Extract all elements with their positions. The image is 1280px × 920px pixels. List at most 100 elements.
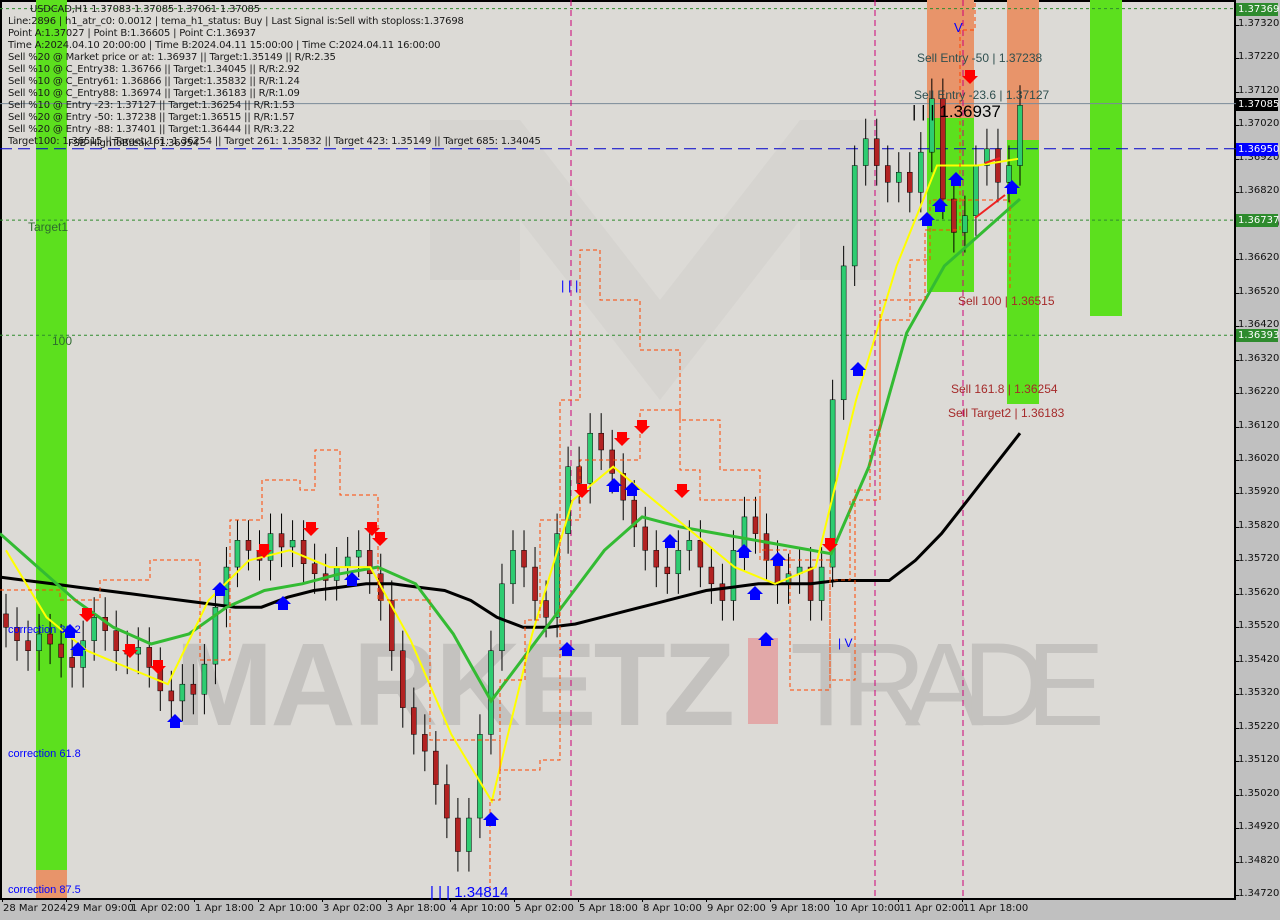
price-tag: 1.37085 — [1236, 97, 1280, 111]
x-tick-label: 5 Apr 18:00 — [579, 903, 638, 914]
candle-body — [289, 540, 296, 548]
buy-arrow-icon — [747, 586, 763, 600]
y-tick-label: 1.37120 — [1238, 84, 1280, 96]
chart-annotation: Sell Target2 | 1.36183 — [948, 406, 1065, 420]
x-tick-label: 10 Apr 10:00 — [835, 903, 901, 914]
buy-arrow-icon — [662, 534, 678, 548]
chart-annotation: correction 38.2 — [8, 624, 81, 636]
candle-body — [653, 550, 660, 568]
y-tick-label: 1.36620 — [1238, 252, 1280, 264]
x-tick — [130, 898, 131, 902]
chart-annotation: Sell Entry -50 | 1.37238 — [917, 51, 1043, 65]
chart-annotation: | | | 1.34814 — [430, 884, 509, 901]
info-line: Time A:2024.04.10 20:00:00 | Time B:2024… — [8, 40, 441, 51]
x-tick — [2, 898, 3, 902]
candle-body — [873, 138, 880, 166]
watermark-bar — [748, 638, 778, 724]
candle-body — [477, 734, 483, 819]
y-tick-label: 1.36120 — [1238, 419, 1280, 431]
price-tag: 1.37369 — [1236, 2, 1280, 16]
candle-body — [752, 516, 759, 534]
candle-body — [907, 171, 913, 193]
candle-body — [58, 643, 64, 658]
candle-body — [433, 750, 439, 785]
x-tick — [66, 898, 67, 902]
sell-arrow-icon — [122, 644, 138, 658]
candle-body — [190, 683, 197, 695]
x-tick-label: 11 Apr 18:00 — [963, 903, 1029, 914]
x-tick-label: 3 Apr 02:00 — [323, 903, 382, 914]
buy-arrow-icon — [483, 812, 499, 826]
info-line: Sell %20 @ Market price or at: 1.36937 |… — [8, 52, 336, 63]
candle-body — [488, 650, 494, 735]
sell-arrow-icon — [303, 522, 319, 536]
candle-body — [962, 215, 968, 233]
info-line: Sell %10 @ Entry -23: 1.37127 || Target:… — [8, 100, 295, 111]
price-tag: 1.36950 — [1236, 142, 1280, 156]
candle-body — [730, 550, 737, 601]
y-tick-label: 1.36220 — [1238, 386, 1280, 398]
x-tick — [834, 898, 835, 902]
zone-orange-right — [1007, 0, 1039, 140]
y-tick-label: 1.35520 — [1238, 620, 1280, 632]
zone-green-far — [1090, 0, 1122, 316]
candle-body — [598, 432, 604, 451]
fsb-label: FSB-HighToBreak | 1.36954 — [68, 138, 199, 149]
chart-annotation: V — [954, 20, 963, 35]
candle-body — [675, 550, 682, 575]
x-tick-label: 9 Apr 18:00 — [771, 903, 830, 914]
sell-arrow-icon — [372, 532, 388, 546]
sell-arrow-icon — [674, 484, 690, 498]
chart-svg: MARKETZ TRADE — [0, 0, 1236, 900]
y-tick-label: 1.35220 — [1238, 720, 1280, 732]
x-tick-label: 2 Apr 10:00 — [259, 903, 318, 914]
chart-annotation: Sell 100 | 1.36515 — [958, 294, 1055, 308]
candle-body — [455, 817, 461, 852]
candle-body — [973, 165, 979, 216]
candle-body — [532, 566, 538, 601]
chart-annotation: Sell 161.8 | 1.36254 — [951, 382, 1058, 396]
y-tick-label: 1.35020 — [1238, 787, 1280, 799]
series-ma-black — [0, 432, 1022, 629]
x-tick — [770, 898, 771, 902]
x-tick-label: 29 Mar 09:00 — [67, 903, 134, 914]
candle-body — [311, 563, 318, 575]
y-tick-label: 1.36520 — [1238, 285, 1280, 297]
candle-body — [422, 734, 428, 752]
candle-body — [400, 650, 406, 708]
y-tick-label: 1.34920 — [1238, 821, 1280, 833]
y-tick-label: 1.34720 — [1238, 888, 1280, 899]
x-tick — [962, 898, 963, 902]
buy-arrow-icon — [736, 544, 752, 558]
x-tick-label: 9 Apr 02:00 — [707, 903, 766, 914]
candle-body — [1017, 105, 1023, 166]
candle-body — [896, 171, 902, 183]
y-tick-label: 1.35620 — [1238, 586, 1280, 598]
candle-body — [113, 630, 119, 651]
candle-body — [686, 540, 693, 551]
info-line: Sell %20 @ Entry -50: 1.37238 || Target:… — [8, 112, 295, 123]
candle-body — [708, 566, 715, 585]
candle-body — [642, 526, 649, 551]
candle-body — [179, 683, 186, 702]
sell-arrow-icon — [614, 432, 630, 446]
info-line: Line:2896 | h1_atr_c0: 0.0012 | tema_h1_… — [8, 16, 464, 27]
candle-body — [862, 138, 869, 166]
price-tag: 1.36737 — [1236, 214, 1280, 228]
info-line: Sell %10 @ C_Entry61: 1.36866 || Target:… — [8, 76, 300, 87]
candle-body — [36, 633, 42, 651]
chart-annotation: Target1 — [28, 220, 69, 234]
candle-body — [201, 663, 208, 695]
info-line: Point A:1.37027 | Point B:1.36605 | Poin… — [8, 28, 256, 39]
buy-arrow-icon — [770, 552, 786, 566]
candle-body — [146, 647, 153, 668]
y-tick-label: 1.34820 — [1238, 854, 1280, 866]
x-tick — [578, 898, 579, 902]
sell-arrow-icon — [634, 420, 650, 434]
candle-body — [576, 466, 582, 484]
candle-body — [995, 148, 1001, 183]
candle-body — [851, 165, 858, 267]
x-tick-label: 4 Apr 10:00 — [451, 903, 510, 914]
x-tick-label: 1 Apr 18:00 — [195, 903, 254, 914]
x-tick-label: 5 Apr 02:00 — [515, 903, 574, 914]
